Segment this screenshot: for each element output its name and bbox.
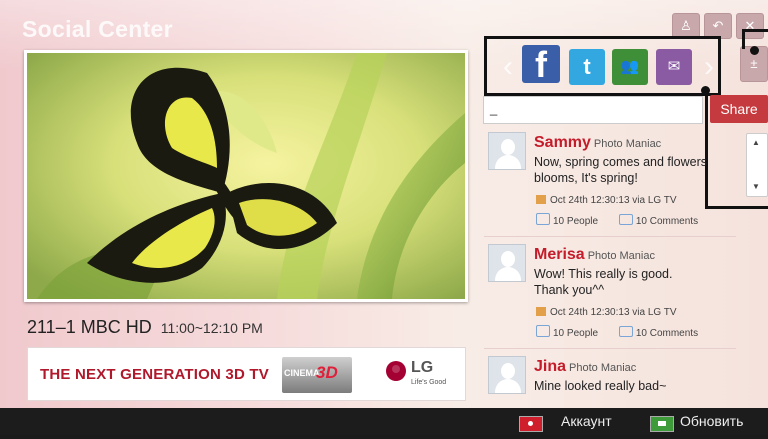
avatar: [488, 356, 526, 394]
tv-preview[interactable]: [24, 50, 468, 302]
share-button[interactable]: Share: [710, 95, 768, 123]
green-key-icon[interactable]: [650, 416, 674, 432]
post-author: Sammy Photo Maniac: [534, 134, 661, 152]
app-title: Social Center: [22, 16, 173, 42]
comment-icon[interactable]: [618, 214, 633, 225]
like-icon[interactable]: [536, 325, 550, 337]
post-text: Mine looked really bad~: [534, 379, 667, 393]
feed-scrollbar[interactable]: ▲ ▼: [746, 133, 768, 197]
like-icon[interactable]: [536, 213, 550, 225]
post-meta-text: Oct 24th 12:30:13 via LG TV: [550, 307, 677, 318]
share-input-value: _: [490, 101, 498, 116]
post-author: Merisa Photo Maniac: [534, 246, 655, 264]
post-meta: Oct 24th 12:30:13 via LG TV: [536, 195, 677, 206]
refresh-label[interactable]: Обновить: [680, 413, 743, 439]
author-tag: Photo Maniac: [593, 138, 662, 150]
social-center-screen: Social Center ♙ ↶ ✕ 211–1 MBC HD 11:00~1…: [0, 0, 768, 408]
post-text: Now, spring comes and flowers blooms, It…: [534, 155, 707, 185]
ad-banner[interactable]: THE NEXT GENERATION 3D TV CINEMA 3D LG L…: [27, 347, 466, 401]
comment-icon[interactable]: [618, 326, 633, 337]
share-input[interactable]: _: [483, 96, 703, 124]
lg-brand: LG: [411, 359, 434, 376]
channel-info: 211–1 MBC HD 11:00~12:10 PM: [27, 317, 263, 338]
post-stats: 10 People 10 Comments: [536, 213, 698, 227]
avatar: [488, 244, 526, 282]
butterfly-image: [27, 53, 465, 299]
callout-dot: [750, 46, 759, 55]
ad-headline: THE NEXT GENERATION 3D TV: [40, 366, 269, 383]
lg-logo-icon: [386, 361, 406, 381]
author-tag: Photo Maniac: [587, 250, 655, 262]
scroll-up-icon[interactable]: ▲: [752, 138, 760, 147]
account-label[interactable]: Аккаунт: [561, 413, 612, 439]
cinema-3d-logo: CINEMA 3D: [282, 357, 352, 393]
author-name: Merisa: [534, 246, 585, 263]
post-divider: [484, 236, 736, 237]
cinema-3d-label: 3D: [316, 363, 338, 382]
social-feed[interactable]: Sammy Photo Maniac Now, spring comes and …: [484, 126, 736, 408]
comments-count[interactable]: 10 Comments: [636, 328, 698, 339]
callout-line: [742, 29, 768, 32]
social-nav-callout-box: [484, 36, 721, 96]
post-author: Jina Photo Maniac: [534, 358, 636, 376]
device-icon: [536, 195, 546, 204]
post-meta: Oct 24th 12:30:13 via LG TV: [536, 307, 677, 318]
channel-name: 211–1 MBC HD: [27, 317, 152, 337]
post-divider: [484, 348, 736, 349]
avatar: [488, 132, 526, 170]
scroll-down-icon[interactable]: ▼: [752, 182, 760, 191]
likes-count[interactable]: 10 People: [553, 216, 598, 227]
device-icon: [536, 307, 546, 316]
likes-count[interactable]: 10 People: [553, 328, 598, 339]
author-tag: Photo Maniac: [569, 362, 637, 374]
close-icon[interactable]: ✕: [736, 13, 764, 39]
red-key-icon[interactable]: [519, 416, 543, 432]
post-text: Wow! This really is good. Thank you^^: [534, 267, 673, 297]
author-name: Jina: [534, 358, 567, 375]
comments-count[interactable]: 10 Comments: [636, 216, 698, 227]
channel-time: 11:00~12:10 PM: [160, 320, 263, 336]
callout-line: [742, 29, 745, 49]
post-stats: 10 People 10 Comments: [536, 325, 698, 339]
lg-tagline: Life's Good: [411, 379, 447, 386]
cinema-label: CINEMA: [284, 368, 320, 378]
author-name: Sammy: [534, 134, 591, 151]
bottom-key-bar: Аккаунт Обновить: [0, 408, 768, 434]
post-meta-text: Oct 24th 12:30:13 via LG TV: [550, 195, 677, 206]
